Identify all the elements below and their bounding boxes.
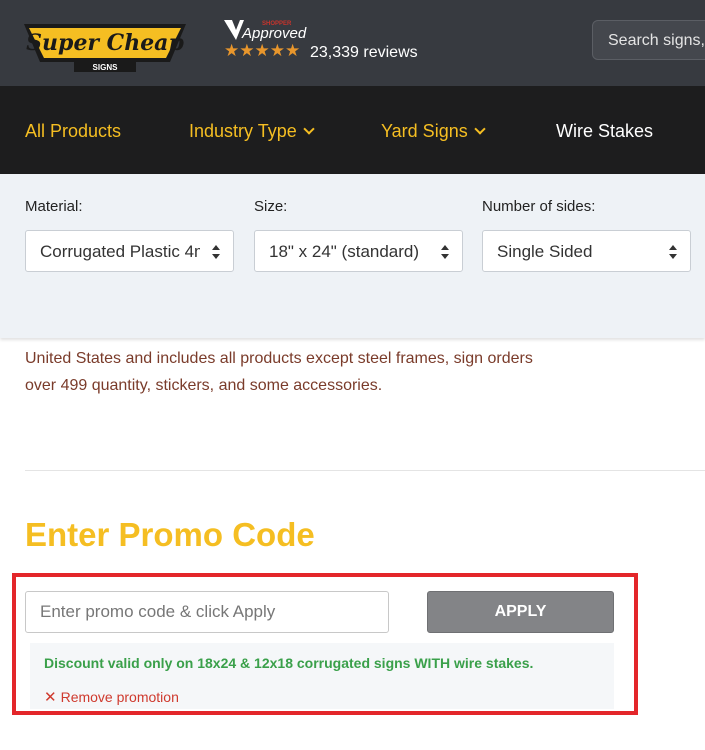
select-arrows-icon xyxy=(441,245,449,259)
material-select[interactable]: Corrugated Plastic 4mm xyxy=(25,230,234,272)
size-value: 18" x 24" (standard) xyxy=(269,242,420,261)
remove-promotion-link[interactable]: ✕ Remove promotion xyxy=(44,688,179,706)
select-arrows-icon xyxy=(212,245,220,259)
top-header: Super Cheap SIGNS SHOPPER Approved ★★★★★… xyxy=(0,0,705,86)
nav-industry-type[interactable]: Industry Type xyxy=(189,121,315,142)
section-divider xyxy=(25,470,705,471)
remove-promotion-label: Remove promotion xyxy=(60,689,179,705)
search-placeholder: Search signs, xyxy=(608,32,705,49)
nav-yard-signs-label: Yard Signs xyxy=(381,121,468,141)
rating-stars-icon: ★★★★★ xyxy=(224,41,301,60)
material-value: Corrugated Plastic 4mm xyxy=(40,242,200,261)
nav-industry-type-label: Industry Type xyxy=(189,121,297,141)
approved-label: Approved xyxy=(241,25,307,42)
size-label: Size: xyxy=(254,198,288,215)
super-cheap-signs-logo[interactable]: Super Cheap SIGNS xyxy=(24,16,186,72)
nav-all-products[interactable]: All Products xyxy=(25,121,121,142)
shipping-line-1: United States and includes all products … xyxy=(25,350,533,367)
promo-notice-message: Discount valid only on 18x24 & 12x18 cor… xyxy=(44,655,534,671)
sides-label: Number of sides: xyxy=(482,198,596,215)
logo-subtext: SIGNS xyxy=(93,63,119,72)
shopper-approved-badge: SHOPPER Approved xyxy=(224,20,307,42)
shopper-approved-widget[interactable]: SHOPPER Approved ★★★★★ 23,339 reviews xyxy=(222,18,432,66)
sides-value: Single Sided xyxy=(497,242,593,261)
shipping-line-2: over 499 quantity, stickers, and some ac… xyxy=(25,377,383,394)
promo-code-field[interactable] xyxy=(25,591,389,633)
select-arrows-icon xyxy=(669,245,677,259)
chevron-down-icon xyxy=(474,123,486,135)
apply-button[interactable]: APPLY xyxy=(427,591,614,633)
promo-notice: Discount valid only on 18x24 & 12x18 cor… xyxy=(30,643,614,709)
promo-title: Enter Promo Code xyxy=(25,516,315,553)
size-select[interactable]: 18" x 24" (standard) xyxy=(254,230,463,272)
nav-wire-stakes[interactable]: Wire Stakes xyxy=(556,121,653,142)
nav-yard-signs[interactable]: Yard Signs xyxy=(381,121,486,142)
product-filters: Material: Corrugated Plastic 4mm Size: 1… xyxy=(0,174,705,338)
chevron-down-icon xyxy=(303,123,315,135)
material-label: Material: xyxy=(25,198,83,215)
reviews-count: 23,339 reviews xyxy=(310,44,418,61)
close-icon: ✕ xyxy=(44,689,57,706)
logo-text: Super Cheap xyxy=(26,30,184,56)
promo-code-input[interactable] xyxy=(26,592,388,632)
main-nav: All Products Industry Type Yard Signs Wi… xyxy=(0,86,705,174)
sides-select[interactable]: Single Sided xyxy=(482,230,691,272)
search-input[interactable]: Search signs, xyxy=(592,20,705,60)
